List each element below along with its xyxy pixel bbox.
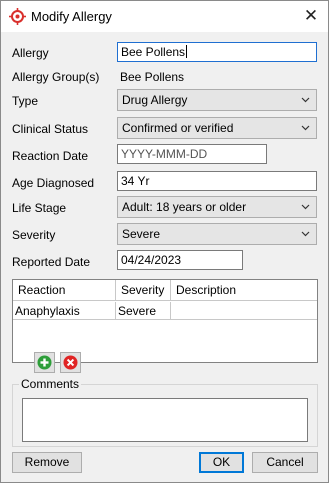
chevron-down-icon xyxy=(301,231,310,237)
chevron-down-icon xyxy=(301,97,310,103)
severity-label: Severity xyxy=(12,228,56,242)
allergy-label: Allergy xyxy=(12,46,49,60)
chevron-down-icon xyxy=(301,125,310,131)
reaction-date-placeholder: YYYY-MMM-DD xyxy=(121,147,208,161)
reactions-grid[interactable]: Reaction Severity Description Anaphylaxi… xyxy=(12,279,318,363)
allergy-input[interactable]: Bee Pollens xyxy=(117,42,317,62)
description-cell[interactable] xyxy=(171,302,317,320)
add-reaction-button[interactable] xyxy=(34,352,55,373)
close-button[interactable]: ✕ xyxy=(298,3,324,29)
reported-date-value: 04/24/2023 xyxy=(121,253,182,267)
dialog-title: Modify Allergy xyxy=(31,9,112,24)
cancel-button[interactable]: Cancel xyxy=(252,452,318,473)
clinical-status-select[interactable]: Confirmed or verified xyxy=(117,117,317,139)
column-header-severity[interactable]: Severity xyxy=(116,280,171,301)
age-diagnosed-value: 34 Yr xyxy=(121,174,150,188)
allergy-group-label: Allergy Group(s) xyxy=(12,70,100,84)
clinical-status-value: Confirmed or verified xyxy=(122,121,234,135)
life-stage-label: Life Stage xyxy=(12,201,67,215)
severity-select-value: Severe xyxy=(122,227,161,241)
column-header-reaction[interactable]: Reaction xyxy=(13,280,116,301)
reaction-date-label: Reaction Date xyxy=(12,149,89,163)
reaction-date-input[interactable]: YYYY-MMM-DD xyxy=(117,144,267,164)
type-label: Type xyxy=(12,94,39,108)
allergy-input-text: Bee Pollens xyxy=(121,45,186,59)
age-diagnosed-label: Age Diagnosed xyxy=(12,176,95,190)
clinical-status-label: Clinical Status xyxy=(12,122,89,136)
reported-date-label: Reported Date xyxy=(12,255,91,269)
title-bar: Modify Allergy ✕ xyxy=(1,1,328,32)
delete-x-icon xyxy=(63,355,78,370)
reaction-cell[interactable]: Anaphylaxis xyxy=(13,302,116,320)
chevron-down-icon xyxy=(301,204,310,210)
modify-allergy-dialog: Modify Allergy ✕ Allergy Bee Pollens All… xyxy=(0,0,329,483)
life-stage-select[interactable]: Adult: 18 years or older xyxy=(117,196,317,218)
type-select[interactable]: Drug Allergy xyxy=(117,89,317,111)
remove-button[interactable]: Remove xyxy=(12,452,82,473)
text-caret xyxy=(186,45,188,58)
add-plus-icon xyxy=(37,355,52,370)
comments-label: Comments xyxy=(19,377,82,391)
comments-textarea[interactable] xyxy=(22,398,308,442)
age-diagnosed-input[interactable]: 34 Yr xyxy=(117,171,317,191)
column-header-description[interactable]: Description xyxy=(171,280,317,301)
severity-select[interactable]: Severe xyxy=(117,223,317,245)
allergy-group-value: Bee Pollens xyxy=(120,70,185,84)
delete-reaction-button[interactable] xyxy=(60,352,81,373)
allergy-target-icon xyxy=(9,8,26,25)
severity-cell[interactable]: Severe xyxy=(116,302,171,320)
reported-date-input[interactable]: 04/24/2023 xyxy=(117,250,243,270)
life-stage-value: Adult: 18 years or older xyxy=(122,200,247,214)
type-select-value: Drug Allergy xyxy=(122,93,188,107)
ok-button[interactable]: OK xyxy=(199,452,244,473)
